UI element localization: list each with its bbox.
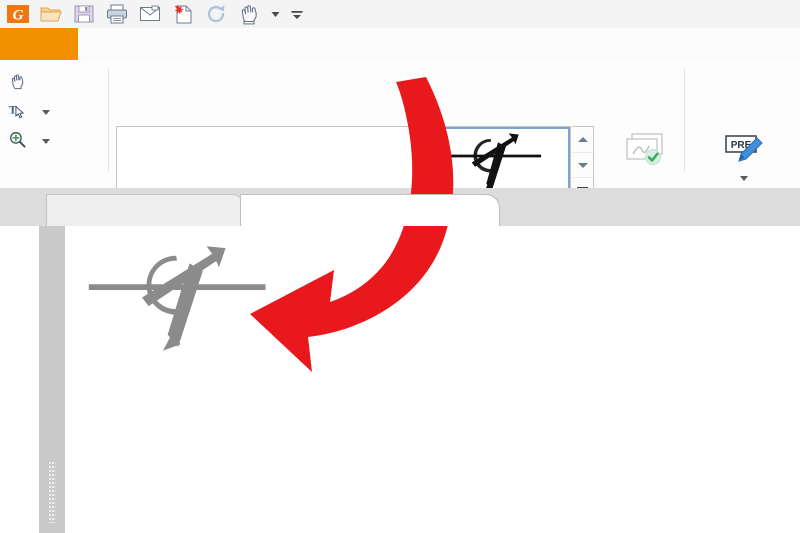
hand-tool-button[interactable] bbox=[8, 70, 33, 96]
ribbon: T PRE bbox=[0, 60, 800, 204]
tab-test-pdf[interactable] bbox=[240, 194, 500, 226]
chevron-up-icon bbox=[577, 136, 588, 142]
apply-all-signatures-button[interactable] bbox=[598, 128, 694, 176]
pdf-page[interactable] bbox=[65, 226, 800, 533]
save-icon[interactable] bbox=[72, 2, 96, 26]
ribbon-tab-form[interactable] bbox=[352, 28, 428, 60]
ribbon-tab-bar bbox=[0, 28, 800, 61]
gallery-scroll-up-button[interactable] bbox=[572, 127, 593, 152]
ribbon-tab-share[interactable] bbox=[538, 28, 622, 60]
select-text-icon: T bbox=[8, 101, 27, 124]
hand-icon bbox=[8, 72, 27, 95]
ribbon-tab-file[interactable] bbox=[0, 28, 78, 60]
select-tool-button[interactable]: T bbox=[8, 99, 50, 125]
ribbon-tab-view[interactable] bbox=[278, 28, 348, 60]
document-tab-strip bbox=[0, 188, 800, 226]
customize-toolbar-icon[interactable] bbox=[290, 2, 304, 26]
refresh-icon[interactable] bbox=[204, 2, 228, 26]
title-bar: G bbox=[0, 0, 800, 29]
splitter-grip-icon bbox=[48, 461, 56, 523]
quick-access-dropdown-icon[interactable] bbox=[270, 2, 281, 26]
gallery-scroll-down-button[interactable] bbox=[572, 151, 593, 178]
ribbon-tab-protect[interactable] bbox=[438, 28, 528, 60]
apply-signatures-icon bbox=[598, 128, 694, 172]
open-icon[interactable] bbox=[39, 2, 63, 26]
text-icon bbox=[788, 128, 800, 172]
ribbon-tab-comment[interactable] bbox=[162, 28, 274, 60]
sidebar-splitter[interactable] bbox=[39, 226, 65, 533]
ribbon-tab-help[interactable] bbox=[734, 28, 796, 60]
hand-tool-icon[interactable] bbox=[237, 2, 261, 26]
foxit-reader-window: G T PRE bbox=[0, 0, 800, 533]
ribbon-tab-home[interactable] bbox=[82, 28, 160, 60]
email-icon[interactable] bbox=[138, 2, 162, 26]
tab-start[interactable] bbox=[46, 194, 246, 226]
placed-signature-stamp[interactable] bbox=[85, 236, 285, 366]
chevron-down-icon[interactable] bbox=[42, 138, 50, 144]
quick-access-toolbar: G bbox=[6, 0, 304, 28]
ribbon-separator bbox=[108, 68, 109, 172]
new-from-file-icon[interactable] bbox=[171, 2, 195, 26]
chevron-down-icon bbox=[577, 162, 588, 168]
predefined-text-icon: PRE bbox=[694, 128, 790, 172]
print-icon[interactable] bbox=[105, 2, 129, 26]
predefined-text-button[interactable]: PRE bbox=[694, 128, 790, 181]
chevron-down-icon[interactable] bbox=[42, 109, 50, 115]
text-field-button[interactable] bbox=[788, 128, 800, 176]
svg-text:G: G bbox=[13, 8, 24, 24]
chevron-down-icon[interactable] bbox=[740, 176, 748, 181]
foxit-logo-icon[interactable]: G bbox=[6, 2, 30, 26]
zoom-tool-button[interactable] bbox=[8, 128, 50, 154]
ribbon-tab-connect[interactable] bbox=[628, 28, 728, 60]
zoom-in-icon bbox=[8, 130, 27, 153]
